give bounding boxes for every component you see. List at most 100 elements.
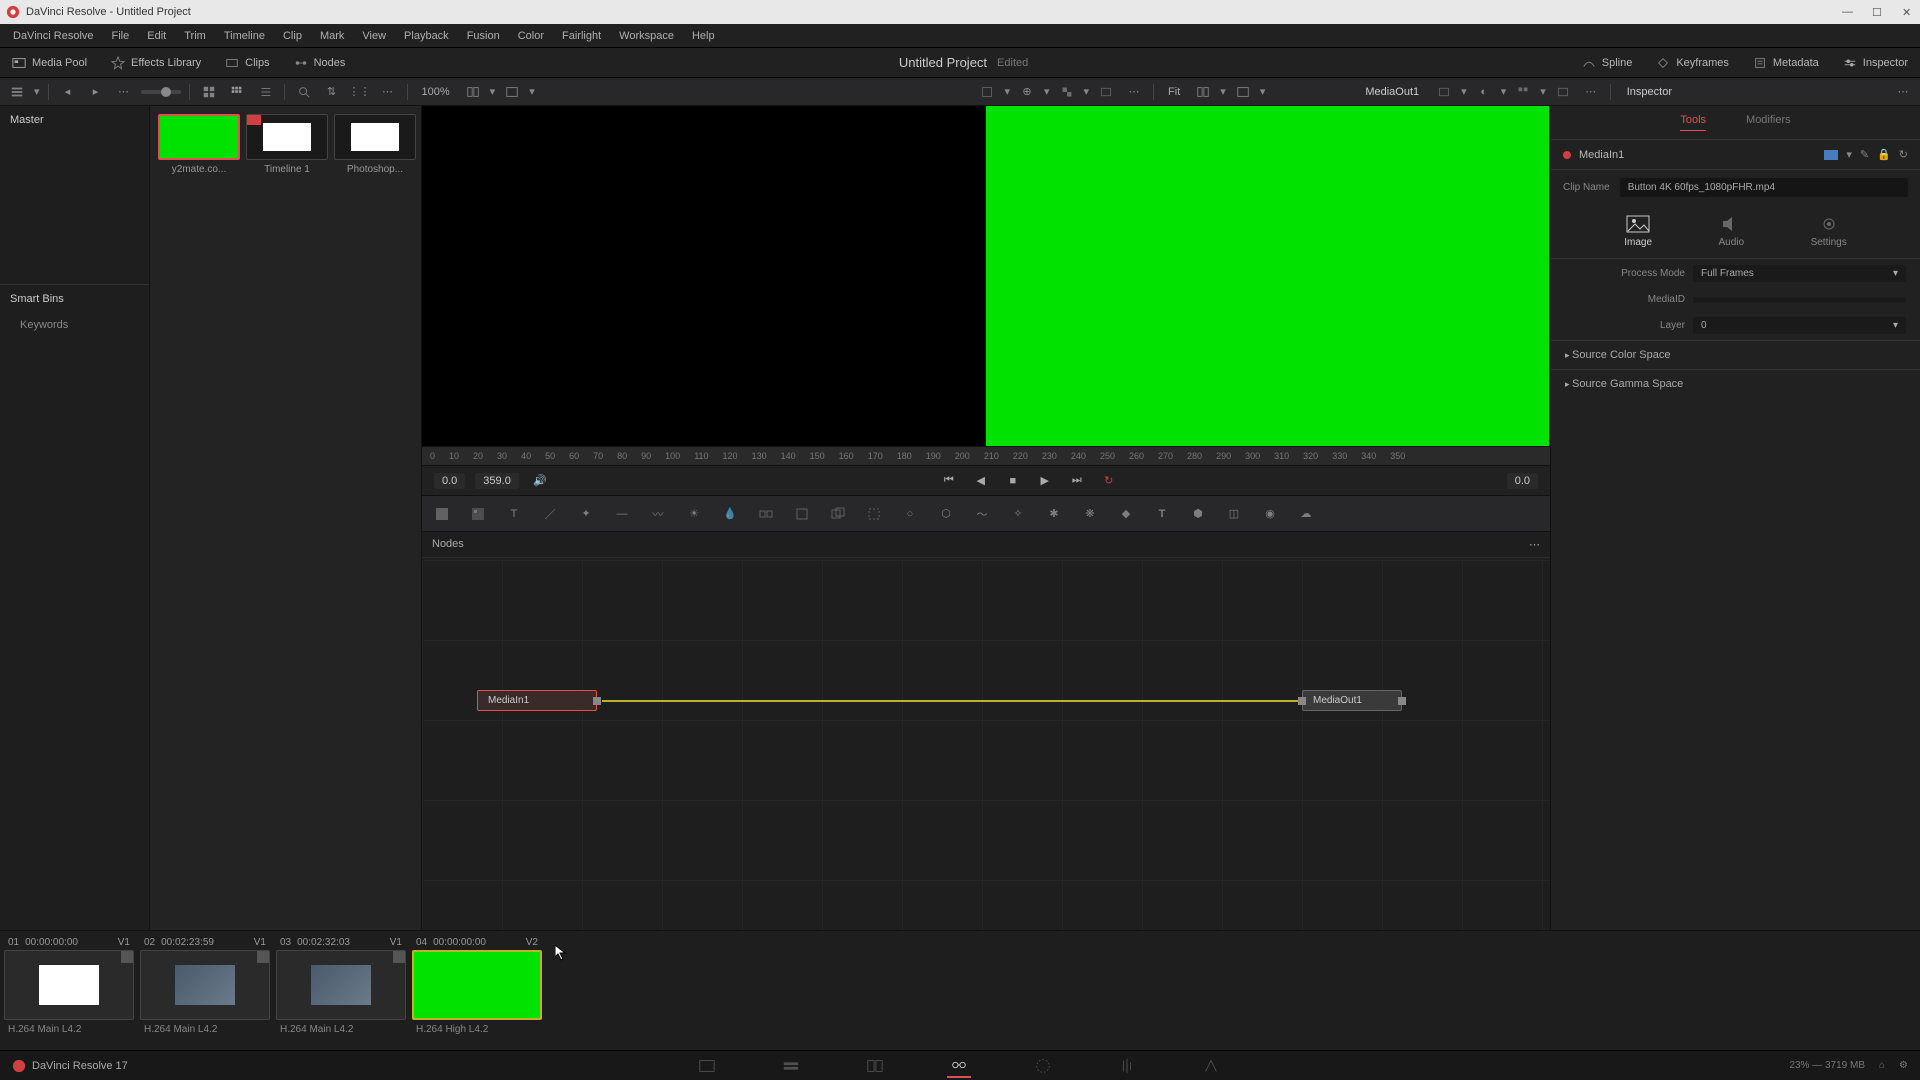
node-mediaout[interactable]: MediaOut1: [1302, 690, 1402, 711]
colorcorrect-tool-icon[interactable]: ☀: [684, 504, 704, 524]
menu-file[interactable]: File: [103, 30, 139, 42]
node-wire[interactable]: [602, 700, 1302, 702]
pool-clip[interactable]: Photoshop...: [334, 114, 416, 175]
page-fusion-icon[interactable]: [947, 1054, 971, 1078]
subtab-settings[interactable]: Settings: [1811, 215, 1847, 248]
effects-toggle[interactable]: Effects Library: [99, 48, 213, 77]
subtab-image[interactable]: Image: [1624, 215, 1652, 248]
script-icon[interactable]: ✎: [1860, 148, 1869, 161]
thumb-view-icon[interactable]: [198, 82, 220, 102]
viewer-color-icon[interactable]: ◐: [1473, 82, 1495, 102]
source-gamma-space[interactable]: Source Gamma Space: [1551, 369, 1920, 398]
merge-tool-icon[interactable]: [756, 504, 776, 524]
strip-clip[interactable]: 0300:02:32:03V1 H.264 Main L4.2: [276, 935, 406, 1046]
shape-tool-icon[interactable]: ◆: [1116, 504, 1136, 524]
nodes-toggle[interactable]: Nodes: [282, 48, 358, 77]
maximize-button[interactable]: ☐: [1872, 6, 1884, 18]
spline-toggle[interactable]: Spline: [1570, 48, 1645, 77]
viewer-grid-icon[interactable]: [976, 82, 998, 102]
menu-fusion[interactable]: Fusion: [458, 30, 509, 42]
strip-clip[interactable]: 0100:00:00:00V1 H.264 Main L4.2: [4, 935, 134, 1046]
nodes-more-icon[interactable]: ⋯: [1529, 538, 1540, 551]
tracker-tool-icon[interactable]: ✦: [576, 504, 596, 524]
camera-tool-icon[interactable]: ◉: [1260, 504, 1280, 524]
cube-tool-icon[interactable]: ◫: [1224, 504, 1244, 524]
mask-poly-tool-icon[interactable]: ⬡: [936, 504, 956, 524]
nav-fwd-icon[interactable]: ▸: [85, 82, 107, 102]
loop-icon[interactable]: ↻: [1098, 470, 1120, 492]
resize-tool-icon[interactable]: [828, 504, 848, 524]
wand-tool-icon[interactable]: ✧: [1008, 504, 1028, 524]
viewer-right[interactable]: [986, 106, 1550, 446]
clips-toggle[interactable]: Clips: [213, 48, 281, 77]
text-tool-icon[interactable]: T: [504, 504, 524, 524]
time-ruler[interactable]: 0102030405060708090100110120130140150160…: [422, 446, 1550, 466]
mediaid-field[interactable]: [1693, 297, 1906, 303]
menu-playback[interactable]: Playback: [395, 30, 458, 42]
minimize-button[interactable]: —: [1842, 6, 1854, 18]
viewer-split-icon[interactable]: [1192, 82, 1214, 102]
menu-timeline[interactable]: Timeline: [215, 30, 274, 42]
page-deliver-icon[interactable]: [1199, 1054, 1223, 1078]
page-edit-icon[interactable]: [863, 1054, 887, 1078]
page-fairlight-icon[interactable]: [1115, 1054, 1139, 1078]
fit-label[interactable]: Fit: [1162, 86, 1186, 98]
tab-modifiers[interactable]: Modifiers: [1746, 114, 1791, 131]
particles-tool-icon[interactable]: ✱: [1044, 504, 1064, 524]
master-bin[interactable]: Master: [0, 106, 149, 134]
goto-end-icon[interactable]: ⏭: [1066, 470, 1088, 492]
layer-dropdown[interactable]: 0▾: [1693, 317, 1906, 334]
metadata-toggle[interactable]: Metadata: [1741, 48, 1831, 77]
menu-color[interactable]: Color: [509, 30, 553, 42]
pool-clip[interactable]: y2mate.co...: [158, 114, 240, 175]
fastnoise-tool-icon[interactable]: [468, 504, 488, 524]
menu-mark[interactable]: Mark: [311, 30, 353, 42]
menu-edit[interactable]: Edit: [138, 30, 175, 42]
filter-icon[interactable]: ⋮⋮: [349, 82, 371, 102]
strip-clip[interactable]: 0400:00:00:00V2 H.264 High L4.2: [412, 935, 542, 1046]
menu-clip[interactable]: Clip: [274, 30, 311, 42]
play-icon[interactable]: ▶: [1034, 470, 1056, 492]
menu-fairlight[interactable]: Fairlight: [553, 30, 610, 42]
keywords-bin[interactable]: Keywords: [0, 313, 149, 337]
step-back-icon[interactable]: ◀: [970, 470, 992, 492]
menu-help[interactable]: Help: [683, 30, 724, 42]
list-view-icon[interactable]: [254, 82, 276, 102]
checker-icon[interactable]: [1056, 82, 1078, 102]
inspector-more-icon[interactable]: ⋯: [1892, 82, 1914, 102]
page-cut-icon[interactable]: [779, 1054, 803, 1078]
chevron-down-icon[interactable]: ▾: [1846, 148, 1852, 161]
paint-tool-icon[interactable]: ／: [540, 504, 560, 524]
close-button[interactable]: ✕: [1902, 6, 1914, 18]
stop-icon[interactable]: ■: [1002, 470, 1024, 492]
volume-icon[interactable]: 🔊: [529, 470, 551, 492]
node-mediain[interactable]: MediaIn1: [477, 690, 597, 711]
image3d-tool-icon[interactable]: ⬢: [1188, 504, 1208, 524]
transform-tool-icon[interactable]: [792, 504, 812, 524]
page-media-icon[interactable]: [695, 1054, 719, 1078]
subtab-audio[interactable]: Audio: [1719, 215, 1745, 248]
bspline-tool-icon[interactable]: 〜: [972, 504, 992, 524]
reset-icon[interactable]: ↻: [1899, 148, 1908, 161]
viewer-more-icon[interactable]: ⋯: [1123, 82, 1145, 102]
light-tool-icon[interactable]: ☁: [1296, 504, 1316, 524]
source-color-space[interactable]: Source Color Space: [1551, 340, 1920, 369]
tab-tools[interactable]: Tools: [1680, 114, 1706, 131]
more-icon[interactable]: ⋯: [377, 82, 399, 102]
menu-view[interactable]: View: [353, 30, 395, 42]
background-tool-icon[interactable]: [432, 504, 452, 524]
menu-workspace[interactable]: Workspace: [610, 30, 683, 42]
brightness-tool-icon[interactable]: —: [612, 504, 632, 524]
bin-list-icon[interactable]: [6, 82, 28, 102]
sort-icon[interactable]: ⇅: [321, 82, 343, 102]
options-icon[interactable]: ⋯: [113, 82, 135, 102]
blur-tool-icon[interactable]: 〰: [648, 504, 668, 524]
viewer-more2-icon[interactable]: ⋯: [1580, 82, 1602, 102]
grid-view-icon[interactable]: [226, 82, 248, 102]
project-settings-icon[interactable]: ⚙: [1899, 1060, 1908, 1071]
mask-rect-tool-icon[interactable]: [864, 504, 884, 524]
viewer-frame2-icon[interactable]: [1552, 82, 1574, 102]
mediapool-toggle[interactable]: Media Pool: [0, 48, 99, 77]
frame-icon[interactable]: [1095, 82, 1117, 102]
strip-clip[interactable]: 0200:02:23:59V1 H.264 Main L4.2: [140, 935, 270, 1046]
